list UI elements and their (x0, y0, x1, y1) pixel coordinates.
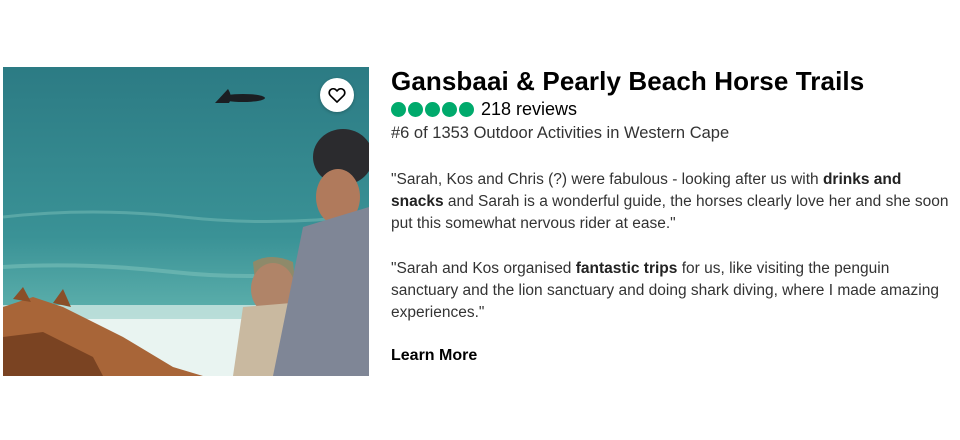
favorite-button[interactable] (320, 78, 354, 112)
listing-title[interactable]: Gansbaai & Pearly Beach Horse Trails (391, 66, 864, 97)
heart-outline-icon (328, 87, 346, 103)
review-quote: "Sarah and Kos organised fantastic trips… (391, 258, 951, 324)
quote-highlight: fantastic trips (575, 260, 678, 277)
review-quote: "Sarah, Kos and Chris (?) were fabulous … (391, 169, 951, 235)
quote-text: "Sarah and Kos organised (391, 260, 576, 277)
rating-bubble-icon (442, 101, 457, 117)
beach-horse-photo (3, 67, 369, 376)
rating-bubble-icon (425, 101, 440, 117)
ranking-text: #6 of 1353 Outdoor Activities in Western… (391, 124, 730, 142)
quote-text: "Sarah, Kos and Chris (?) were fabulous … (391, 171, 823, 188)
rating-bubble-icon (408, 101, 423, 117)
learn-more-link[interactable]: Learn More (391, 347, 477, 365)
review-count-link[interactable]: 218 reviews (481, 99, 577, 120)
listing-card: Gansbaai & Pearly Beach Horse Trails 218… (0, 0, 960, 440)
listing-photo[interactable] (3, 67, 369, 376)
rating-bubble-icon (391, 101, 406, 117)
rating-row[interactable]: 218 reviews (391, 98, 577, 120)
rating-bubbles (391, 101, 474, 117)
rating-bubble-icon (459, 101, 474, 117)
quote-text: and Sarah is a wonderful guide, the hors… (391, 193, 949, 232)
